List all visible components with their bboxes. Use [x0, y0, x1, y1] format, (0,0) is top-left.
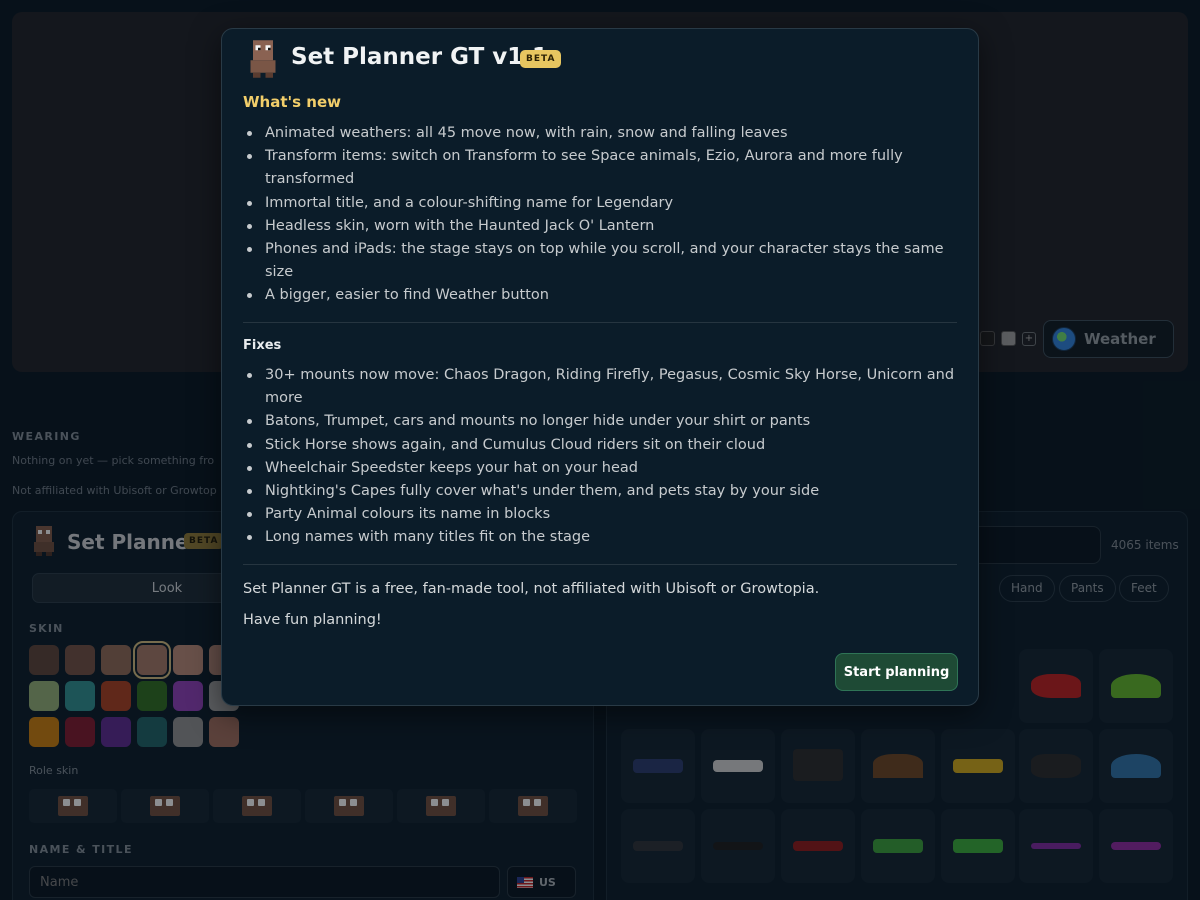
- list-item: Wheelchair Speedster keeps your hat on y…: [243, 457, 963, 480]
- start-planning-button[interactable]: Start planning: [835, 653, 958, 691]
- list-item: Nightking's Capes fully cover what's und…: [243, 480, 963, 503]
- character-logo-icon: [250, 40, 276, 78]
- list-item: A bigger, easier to find Weather button: [243, 284, 963, 307]
- fixes-heading: Fixes: [243, 338, 282, 353]
- list-item: 30+ mounts now move: Chaos Dragon, Ridin…: [243, 364, 963, 410]
- fixes-list: 30+ mounts now move: Chaos Dragon, Ridin…: [243, 364, 963, 550]
- whats-new-dialog: Set Planner GT v1.1 BETA What's new Anim…: [221, 28, 979, 706]
- divider: [243, 322, 957, 323]
- whats-new-list: Animated weathers: all 45 move now, with…: [243, 122, 963, 308]
- list-item: Immortal title, and a colour-shifting na…: [243, 192, 963, 215]
- closing-text: Have fun planning!: [243, 612, 382, 628]
- dialog-title: Set Planner GT v1.1: [291, 44, 549, 70]
- list-item: Headless skin, worn with the Haunted Jac…: [243, 215, 963, 238]
- dialog-beta-badge: BETA: [520, 50, 562, 68]
- list-item: Batons, Trumpet, cars and mounts no long…: [243, 410, 963, 433]
- list-item: Transform items: switch on Transform to …: [243, 145, 963, 191]
- list-item: Animated weathers: all 45 move now, with…: [243, 122, 963, 145]
- list-item: Long names with many titles fit on the s…: [243, 526, 963, 549]
- divider: [243, 564, 957, 565]
- affiliation-note: Set Planner GT is a free, fan-made tool,…: [243, 581, 820, 597]
- list-item: Stick Horse shows again, and Cumulus Clo…: [243, 434, 963, 457]
- list-item: Party Animal colours its name in blocks: [243, 503, 963, 526]
- list-item: Phones and iPads: the stage stays on top…: [243, 238, 963, 284]
- whats-new-heading: What's new: [243, 93, 341, 111]
